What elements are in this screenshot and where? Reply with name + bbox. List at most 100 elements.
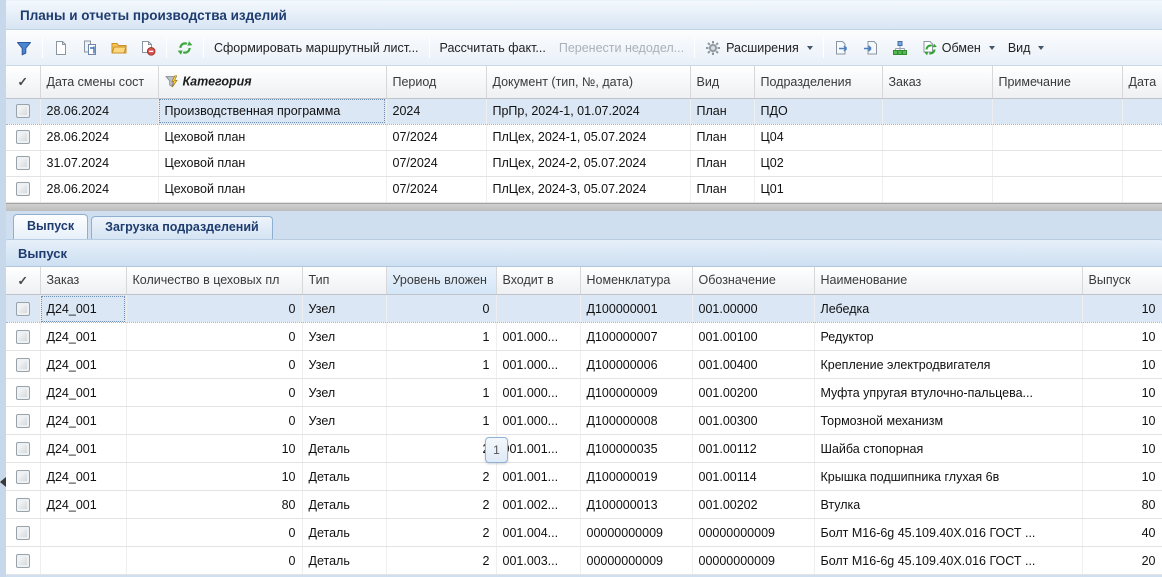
cell-type[interactable]: Узел [302, 351, 386, 379]
cell-level[interactable]: 1 [386, 351, 496, 379]
cell-order[interactable]: Д24_001 [40, 351, 126, 379]
cell-date2[interactable] [1122, 176, 1162, 202]
row-checkbox-cell[interactable] [6, 323, 40, 351]
move-unfinished-button[interactable]: Перенести недодел... [553, 38, 690, 58]
cell-parent[interactable]: 001.003... [496, 547, 580, 575]
cell-date2[interactable] [1122, 124, 1162, 150]
table-row[interactable]: Д24_0010Узел1001.000...Д100000009001.002… [6, 379, 1162, 407]
cell-note[interactable] [992, 176, 1122, 202]
cell-desig[interactable]: 001.00112 [692, 435, 814, 463]
cell-kind[interactable]: План [690, 98, 754, 124]
cell-note[interactable] [992, 150, 1122, 176]
column-header-kind[interactable]: Вид [690, 66, 754, 98]
cell-qty[interactable]: 10 [126, 435, 302, 463]
cell-nomen[interactable]: 00000000009 [580, 519, 692, 547]
cell-output[interactable]: 40 [1082, 519, 1162, 547]
cell-order[interactable] [40, 519, 126, 547]
tab-vypusk[interactable]: Выпуск [13, 214, 88, 239]
table-row[interactable]: Д24_0010Узел1001.000...Д100000006001.004… [6, 351, 1162, 379]
cell-period[interactable]: 2024 [386, 98, 486, 124]
table-row[interactable]: Д24_00110Деталь2001.001...Д100000019001.… [6, 463, 1162, 491]
row-checkbox-cell[interactable] [6, 351, 40, 379]
table-row[interactable]: Д24_0010Узел1001.000...Д100000007001.001… [6, 323, 1162, 351]
cell-nomen[interactable]: Д100000009 [580, 379, 692, 407]
column-header-category[interactable]: Категория [158, 66, 386, 98]
column-header-period[interactable]: Период [386, 66, 486, 98]
cell-note[interactable] [992, 124, 1122, 150]
cell-qty[interactable]: 10 [126, 463, 302, 491]
cell-qty[interactable]: 0 [126, 407, 302, 435]
cell-dept[interactable]: Ц04 [754, 124, 882, 150]
cell-nomen[interactable]: Д100000001 [580, 295, 692, 323]
cell-order[interactable] [882, 150, 992, 176]
cell-nomen[interactable]: Д100000035 [580, 435, 692, 463]
cell-parent[interactable]: 001.000... [496, 323, 580, 351]
cell-type[interactable]: Деталь [302, 463, 386, 491]
cell-order[interactable]: Д24_001 [40, 407, 126, 435]
column-header-dept[interactable]: Подразделения [754, 66, 882, 98]
cell-parent[interactable]: 001.002... [496, 491, 580, 519]
cell-order[interactable]: Д24_001 [40, 491, 126, 519]
column-header-name[interactable]: Наименование [814, 267, 1082, 295]
copy-button[interactable] [76, 37, 104, 59]
cell-order[interactable]: Д24_001 [40, 435, 126, 463]
cell-order[interactable]: Д24_001 [40, 323, 126, 351]
table-row[interactable]: Д24_0010Узел0Д100000001001.00000Лебедка1… [6, 295, 1162, 323]
cell-type[interactable]: Узел [302, 295, 386, 323]
cell-type[interactable]: Узел [302, 379, 386, 407]
cell-output[interactable]: 10 [1082, 435, 1162, 463]
row-checkbox-cell[interactable] [6, 379, 40, 407]
cell-nomen[interactable]: Д100000007 [580, 323, 692, 351]
row-checkbox-cell[interactable] [6, 435, 40, 463]
cell-qty[interactable]: 0 [126, 379, 302, 407]
cell-name[interactable]: Болт М16-6g 45.109.40Х.016 ГОСТ ... [814, 547, 1082, 575]
cell-output[interactable]: 10 [1082, 295, 1162, 323]
cell-doc[interactable]: ПлЦех, 2024-2, 05.07.2024 [486, 150, 690, 176]
cell-name[interactable]: Редуктор [814, 323, 1082, 351]
cell-output[interactable]: 10 [1082, 351, 1162, 379]
cell-desig[interactable]: 001.00202 [692, 491, 814, 519]
cell-desig[interactable]: 001.00100 [692, 323, 814, 351]
cell-qty[interactable]: 0 [126, 519, 302, 547]
exchange-button[interactable]: Обмен [915, 37, 1001, 59]
row-checkbox-cell[interactable] [6, 491, 40, 519]
cell-name[interactable]: Болт М16-6g 45.109.40Х.016 ГОСТ ... [814, 519, 1082, 547]
cell-nomen[interactable]: Д100000019 [580, 463, 692, 491]
column-header-note[interactable]: Примечание [992, 66, 1122, 98]
cell-type[interactable]: Узел [302, 323, 386, 351]
cell-nomen[interactable]: Д100000013 [580, 491, 692, 519]
row-checkbox[interactable] [16, 156, 30, 170]
cell-kind[interactable]: План [690, 176, 754, 202]
cell-doc[interactable]: ПлЦех, 2024-1, 05.07.2024 [486, 124, 690, 150]
table-row[interactable]: Д24_00180Деталь2001.002...Д100000013001.… [6, 491, 1162, 519]
cell-name[interactable]: Тормозной механизм [814, 407, 1082, 435]
cell-date[interactable]: 28.06.2024 [40, 176, 158, 202]
cell-order[interactable] [40, 547, 126, 575]
cell-level[interactable]: 2 [386, 435, 496, 463]
cell-name[interactable]: Муфта упругая втулочно-пальцева... [814, 379, 1082, 407]
cell-name[interactable]: Шайба стопорная [814, 435, 1082, 463]
cell-qty[interactable]: 80 [126, 491, 302, 519]
column-header-parent[interactable]: Входит в [496, 267, 580, 295]
row-checkbox[interactable] [16, 302, 30, 316]
cell-type[interactable]: Узел [302, 407, 386, 435]
cell-output[interactable]: 10 [1082, 379, 1162, 407]
row-checkbox[interactable] [16, 526, 30, 540]
filter-button[interactable] [10, 37, 38, 59]
cell-desig[interactable]: 00000000009 [692, 519, 814, 547]
row-checkbox-cell[interactable] [6, 150, 40, 176]
table-row[interactable]: 31.07.2024Цеховой план07/2024ПлЦех, 2024… [6, 150, 1162, 176]
cell-dept[interactable]: ПДО [754, 98, 882, 124]
row-checkbox-cell[interactable] [6, 463, 40, 491]
cell-level[interactable]: 2 [386, 463, 496, 491]
cell-level[interactable]: 2 [386, 519, 496, 547]
table-row[interactable]: 28.06.2024Цеховой план07/2024ПлЦех, 2024… [6, 124, 1162, 150]
row-checkbox-cell[interactable] [6, 407, 40, 435]
row-checkbox[interactable] [16, 554, 30, 568]
cell-kind[interactable]: План [690, 150, 754, 176]
cell-desig[interactable]: 001.00114 [692, 463, 814, 491]
cell-desig[interactable]: 001.00400 [692, 351, 814, 379]
cell-level[interactable]: 1 [386, 379, 496, 407]
cell-category[interactable]: Цеховой план [158, 124, 386, 150]
cell-type[interactable]: Деталь [302, 491, 386, 519]
